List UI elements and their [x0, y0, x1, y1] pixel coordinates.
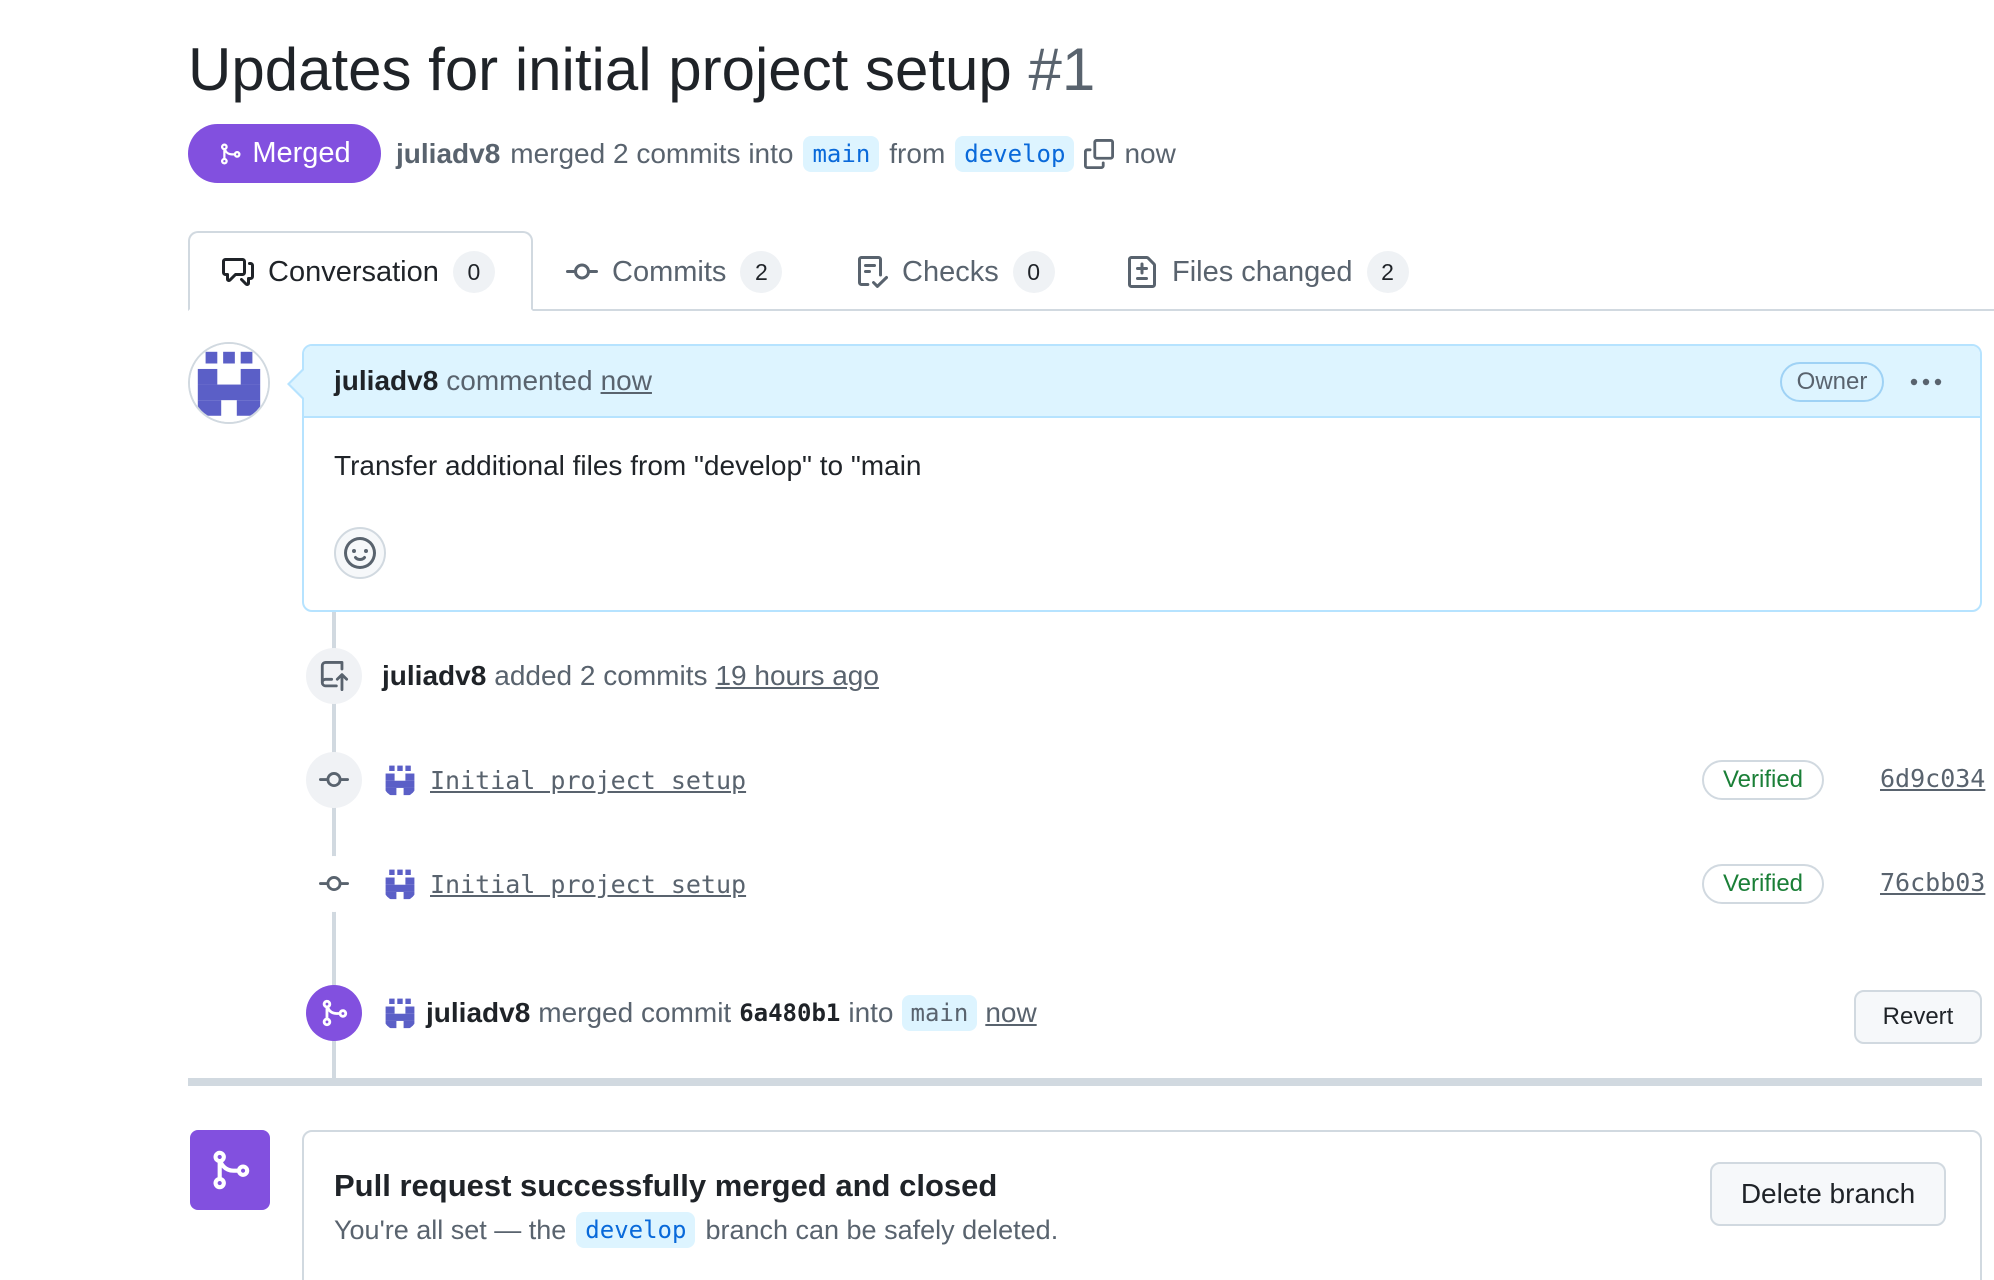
- merge-description: merged commit: [538, 997, 732, 1028]
- tab-conversation-count: 0: [452, 251, 495, 293]
- verified-badge[interactable]: Verified: [1702, 760, 1824, 800]
- git-merge-icon: [221, 143, 241, 164]
- push-time-link[interactable]: 19 hours ago: [715, 660, 878, 692]
- comment-author[interactable]: juliadv8: [334, 365, 438, 397]
- git-merge-icon: [306, 985, 362, 1041]
- timeline-end-divider: [188, 1078, 1982, 1086]
- commit-sha-link[interactable]: 76cbb03: [1880, 868, 1985, 897]
- commit-message-link[interactable]: Initial project setup: [430, 870, 746, 899]
- from-label: from: [889, 138, 946, 169]
- comment-body: Transfer additional files from "develop"…: [334, 450, 922, 481]
- copy-icon[interactable]: [1084, 139, 1115, 169]
- list-item: Initial project setup: [382, 856, 746, 912]
- tab-commits-label: Commits: [612, 255, 727, 288]
- merge-target-branch[interactable]: main: [901, 995, 978, 1031]
- avatar[interactable]: [382, 866, 418, 902]
- tab-conversation[interactable]: Conversation 0: [222, 240, 495, 304]
- merge-status-suffix: branch can be safely deleted.: [705, 1214, 1059, 1245]
- checklist-icon: [858, 256, 888, 288]
- delete-target-branch[interactable]: develop: [576, 1212, 696, 1248]
- delete-branch-button[interactable]: Delete branch: [1710, 1162, 1946, 1226]
- tab-conversation-label: Conversation: [268, 255, 439, 288]
- git-merge-icon: [190, 1130, 270, 1210]
- avatar[interactable]: [188, 342, 270, 424]
- avatar[interactable]: [382, 995, 418, 1031]
- tab-files-changed[interactable]: Files changed 2: [1126, 240, 1409, 304]
- tab-commits-count: 2: [740, 251, 783, 293]
- revert-button[interactable]: Revert: [1854, 990, 1982, 1044]
- add-reaction-button[interactable]: [334, 527, 386, 579]
- git-commit-icon: [566, 263, 598, 280]
- tab-checks-label: Checks: [902, 255, 999, 288]
- verified-badge[interactable]: Verified: [1702, 864, 1824, 904]
- comment-action: commented: [446, 365, 593, 396]
- commit-message-link[interactable]: Initial project setup: [430, 766, 746, 795]
- tab-commits[interactable]: Commits 2: [566, 240, 783, 304]
- merge-status-prefix: You're all set — the: [334, 1214, 567, 1245]
- tab-checks-count: 0: [1012, 251, 1055, 293]
- pr-time: now: [1124, 138, 1176, 169]
- push-event: juliadv8 added 2 commits 19 hours ago: [382, 650, 879, 702]
- tab-files-changed-count: 2: [1366, 251, 1409, 293]
- merge-into-label: into: [848, 997, 894, 1028]
- smiley-icon: [344, 537, 376, 569]
- owner-badge: Owner: [1780, 362, 1884, 402]
- git-commit-icon: [306, 752, 362, 808]
- pr-meta: juliadv8 merged 2 commits into main from…: [396, 128, 1176, 180]
- identicon-avatar: [190, 344, 268, 422]
- merge-status-title: Pull request successfully merged and clo…: [334, 1168, 998, 1203]
- list-item: Initial project setup: [382, 752, 746, 808]
- avatar[interactable]: [382, 762, 418, 798]
- pr-number: #1: [1028, 36, 1096, 103]
- pr-title-text: Updates for initial project setup: [188, 36, 1012, 103]
- merge-time-link[interactable]: now: [985, 997, 1036, 1029]
- author-link[interactable]: juliadv8: [396, 138, 500, 170]
- merge-commit-sha[interactable]: 6a480b1: [739, 999, 840, 1027]
- file-diff-icon: [1128, 256, 1156, 288]
- comment-caret-fill: [290, 370, 304, 398]
- head-branch[interactable]: develop: [955, 136, 1075, 172]
- merged-state-badge: Merged: [188, 124, 381, 183]
- merged-label: Merged: [252, 137, 351, 169]
- merge-status-subtitle: You're all set — the develop branch can …: [334, 1212, 1058, 1248]
- page-title: Updates for initial project setup #1: [188, 28, 1095, 112]
- comment-discussion-icon: [222, 258, 254, 286]
- push-description: added 2 commits: [494, 660, 708, 691]
- merge-description: merged 2 commits into: [510, 138, 794, 169]
- comment-time-link[interactable]: now: [601, 365, 652, 397]
- push-author[interactable]: juliadv8: [382, 660, 486, 692]
- tab-files-changed-label: Files changed: [1172, 255, 1353, 288]
- repo-push-icon: [306, 648, 362, 704]
- commit-sha-link[interactable]: 6d9c034: [1880, 764, 1985, 793]
- merge-author[interactable]: juliadv8: [426, 997, 530, 1029]
- merge-event: juliadv8 merged commit 6a480b1 into main…: [382, 985, 1037, 1041]
- git-commit-icon: [306, 856, 362, 912]
- base-branch[interactable]: main: [803, 136, 880, 172]
- kebab-horizontal-icon[interactable]: [1904, 362, 1948, 402]
- comment-header: juliadv8 commented now: [304, 346, 1980, 418]
- tab-checks[interactable]: Checks 0: [856, 240, 1055, 304]
